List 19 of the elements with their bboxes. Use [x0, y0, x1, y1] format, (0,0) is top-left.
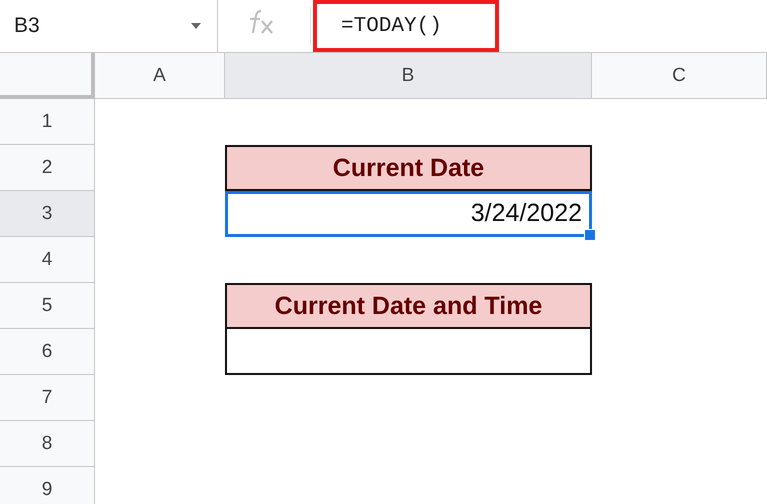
header-cell[interactable]: Current Date and Time [225, 283, 592, 329]
formula-field[interactable]: =TODAY() [313, 0, 499, 52]
row-header[interactable]: 8 [0, 421, 95, 467]
row-header[interactable]: 7 [0, 375, 95, 421]
column-header[interactable]: C [592, 53, 767, 99]
fill-handle[interactable] [584, 229, 596, 241]
row-header[interactable]: 5 [0, 283, 95, 329]
header-cell[interactable]: Current Date [225, 145, 592, 191]
row-header[interactable]: 2 [0, 145, 95, 191]
row-header[interactable]: 1 [0, 99, 95, 145]
row-header[interactable]: 9 [0, 467, 95, 504]
column-header[interactable]: B [225, 53, 592, 99]
row-header[interactable]: 3 [0, 191, 95, 237]
caret-icon [191, 23, 201, 29]
name-box[interactable]: B3 [0, 0, 218, 52]
row-header[interactable]: 4 [0, 237, 95, 283]
column-header[interactable]: A [95, 53, 225, 99]
table-cell[interactable] [225, 329, 592, 375]
row-header[interactable]: 6 [0, 329, 95, 375]
